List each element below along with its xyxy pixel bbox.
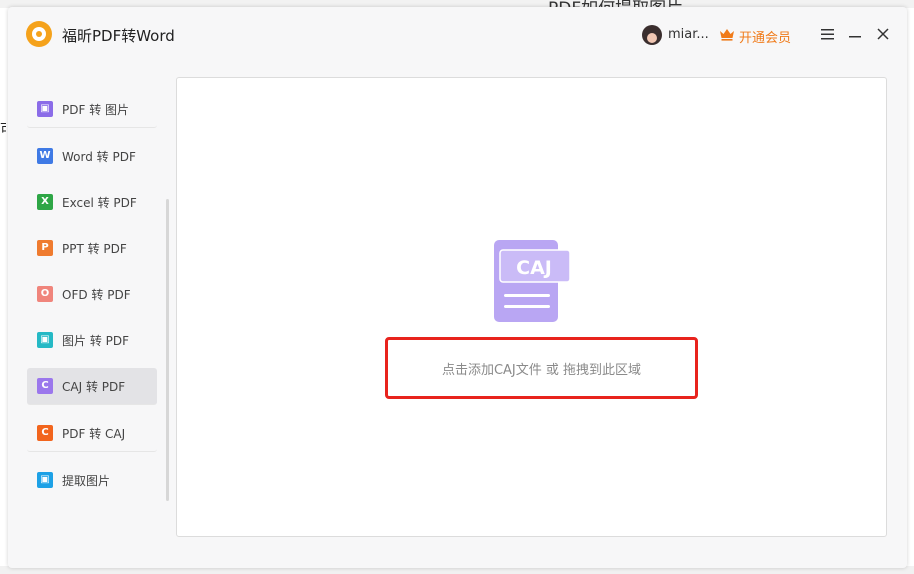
drop-zone-text: 点击添加CAJ文件 或 拖拽到此区域 (441, 362, 642, 378)
nav-glyph: ▣ (40, 474, 50, 485)
pdf-to-image-icon: ▣ (37, 101, 53, 117)
vip-button[interactable]: 开通会员 (739, 27, 791, 46)
app-window: 福昕PDF转Word miar... 开通会员 ▣ PDF 转 图片 W Wor… (8, 7, 907, 568)
nav-glyph: O (40, 288, 50, 299)
sidebar-item-image-to-pdf[interactable]: ▣ 图片 转 PDF (27, 322, 157, 358)
nav-glyph: P (41, 242, 49, 253)
sidebar-item-label: 图片 转 PDF (62, 333, 130, 348)
excel-icon: X (37, 194, 53, 210)
close-icon[interactable] (874, 25, 892, 43)
caj-file-icon[interactable]: CAJ (492, 240, 572, 326)
nav-glyph: X (41, 196, 49, 207)
app-title: 福昕PDF转Word (62, 27, 175, 45)
sidebar-item-label: 提取图片 (62, 473, 111, 488)
background-text-fragment: 可 (0, 119, 6, 137)
word-icon: W (37, 148, 53, 164)
ofd-icon: O (37, 286, 53, 302)
pdf-to-caj-icon: C (37, 425, 53, 441)
crown-icon[interactable] (719, 27, 735, 41)
ppt-icon: P (37, 240, 53, 256)
caj-icon: C (37, 378, 53, 394)
sidebar-item-ofd-to-pdf[interactable]: O OFD 转 PDF (27, 276, 157, 312)
sidebar: ▣ PDF 转 图片 W Word 转 PDF X Excel 转 PDF P … (27, 91, 157, 508)
nav-glyph: ▣ (40, 103, 50, 114)
sidebar-scrollbar[interactable] (166, 199, 169, 501)
username[interactable]: miar... (668, 27, 709, 42)
sidebar-item-label: Excel 转 PDF (62, 195, 137, 210)
nav-glyph: C (41, 380, 49, 391)
title-bar: 福昕PDF转Word miar... 开通会员 (8, 7, 907, 63)
menu-icon[interactable] (819, 25, 837, 43)
sidebar-item-label: PDF 转 CAJ (62, 426, 126, 441)
user-avatar[interactable] (642, 25, 662, 45)
sidebar-item-label: OFD 转 PDF (62, 287, 131, 302)
app-logo-icon (26, 21, 52, 47)
sidebar-item-pdf-to-image[interactable]: ▣ PDF 转 图片 (27, 91, 157, 128)
sidebar-item-word-to-pdf[interactable]: W Word 转 PDF (27, 138, 157, 174)
sidebar-item-extract-image[interactable]: ▣ 提取图片 (27, 462, 157, 498)
nav-glyph: W (39, 150, 51, 161)
sidebar-item-label: Word 转 PDF (62, 149, 136, 164)
extract-image-icon: ▣ (37, 472, 53, 488)
caj-icon-text: CAJ (516, 257, 552, 279)
sidebar-item-ppt-to-pdf[interactable]: P PPT 转 PDF (27, 230, 157, 266)
image-to-pdf-icon: ▣ (37, 332, 53, 348)
nav-glyph: C (41, 427, 49, 438)
nav-glyph: ▣ (40, 334, 50, 345)
sidebar-item-excel-to-pdf[interactable]: X Excel 转 PDF (27, 184, 157, 220)
sidebar-item-label: CAJ 转 PDF (62, 379, 126, 394)
sidebar-item-label: PDF 转 图片 (62, 102, 130, 117)
sidebar-item-caj-to-pdf[interactable]: C CAJ 转 PDF (27, 368, 157, 405)
drop-area-panel[interactable]: CAJ 点击添加CAJ文件 或 拖拽到此区域 (176, 77, 887, 537)
sidebar-item-label: PPT 转 PDF (62, 241, 127, 256)
minimize-icon[interactable] (846, 25, 864, 43)
sidebar-item-pdf-to-caj[interactable]: C PDF 转 CAJ (27, 415, 157, 452)
add-file-drop-zone[interactable]: 点击添加CAJ文件 或 拖拽到此区域 (385, 337, 698, 399)
